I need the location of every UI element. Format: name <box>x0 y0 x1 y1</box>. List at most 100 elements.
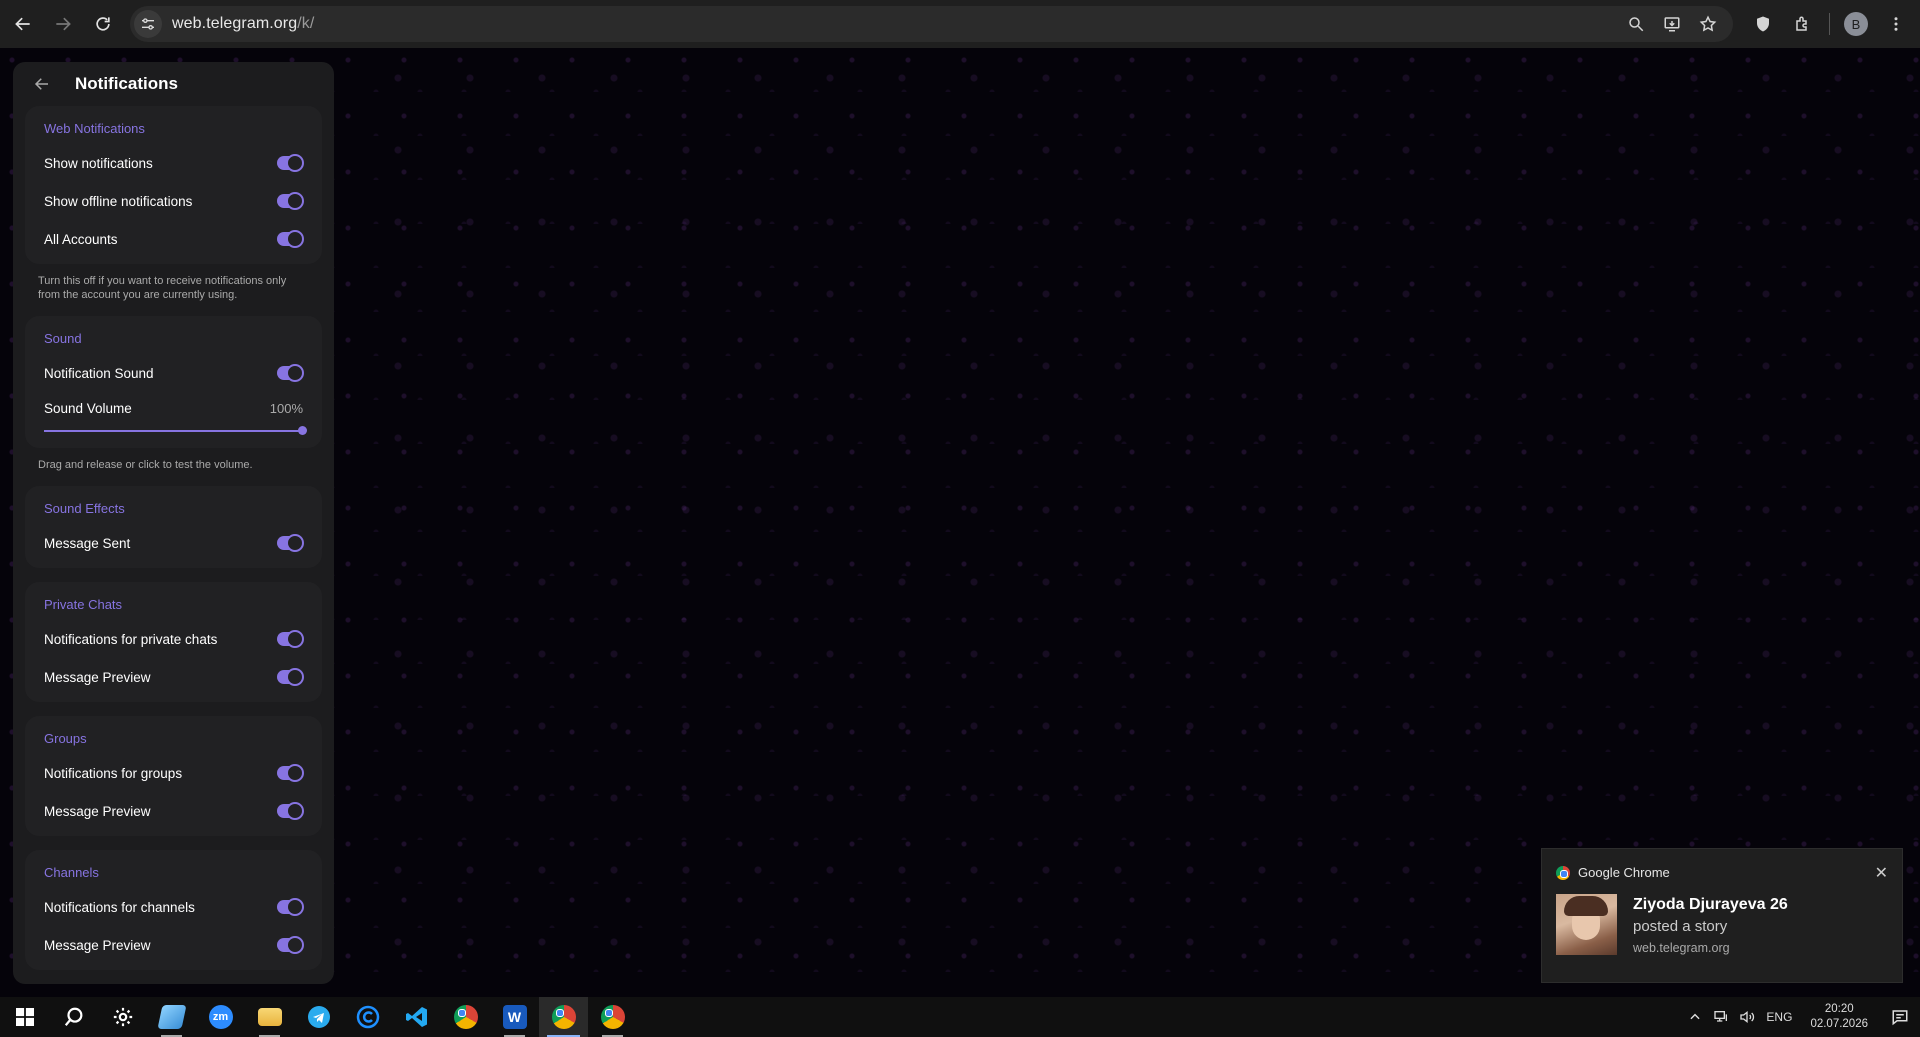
section-private-chats: Private Chats Notifications for private … <box>25 582 322 702</box>
search-icon <box>64 1007 82 1026</box>
word-icon: W <box>502 1005 527 1029</box>
gear-icon <box>113 1007 132 1027</box>
toggle-switch[interactable] <box>277 364 304 382</box>
toggle-switch[interactable] <box>277 630 304 648</box>
toggle-switch[interactable] <box>277 154 304 172</box>
section-sound: Sound Notification Sound Sound Volume 10… <box>25 316 322 448</box>
section-title: Channels <box>44 865 99 880</box>
setting-label: Show offline notifications <box>44 193 193 209</box>
language-indicator[interactable]: ENG <box>1762 1010 1796 1024</box>
setting-group-notifications[interactable]: Notifications for groups <box>25 754 322 792</box>
setting-show-offline-notifications[interactable]: Show offline notifications <box>25 182 322 220</box>
toggle-switch[interactable] <box>277 668 304 686</box>
forward-button[interactable] <box>46 7 80 41</box>
setting-label: Notification Sound <box>44 365 154 381</box>
section-sound-effects: Sound Effects Message Sent <box>25 486 322 568</box>
toggle-switch[interactable] <box>277 898 304 916</box>
taskbar: zm W ENG 20:20 02.07.2026 <box>0 997 1920 1037</box>
setting-label: Notifications for private chats <box>44 631 218 647</box>
notification-center-icon[interactable] <box>1880 1008 1920 1026</box>
setting-label: Message Preview <box>44 803 151 819</box>
volume-icon[interactable] <box>1736 1009 1758 1025</box>
chevron-up-icon[interactable] <box>1684 1010 1706 1024</box>
url-host: web.telegram.org <box>172 15 298 32</box>
toast-app-name: Google Chrome <box>1578 865 1670 880</box>
taskbar-ccleaner[interactable] <box>343 997 392 1037</box>
url-text[interactable]: web.telegram.org/k/ <box>172 15 314 33</box>
reload-button[interactable] <box>86 7 120 41</box>
taskbar-chrome-profile-b[interactable] <box>539 997 588 1037</box>
section-title: Groups <box>44 731 87 746</box>
telegram-icon <box>307 1006 330 1028</box>
taskbar-search[interactable] <box>49 997 98 1037</box>
toggle-switch[interactable] <box>277 764 304 782</box>
setting-label: Notifications for channels <box>44 899 195 915</box>
section-web-notifications: Web Notifications Show notifications Sho… <box>25 106 322 264</box>
network-icon[interactable] <box>1710 1009 1732 1025</box>
toast-header: Google Chrome <box>1542 849 1902 880</box>
setting-channel-message-preview[interactable]: Message Preview <box>25 926 322 964</box>
vscode-icon <box>405 1007 427 1027</box>
toggle-switch[interactable] <box>277 936 304 954</box>
setting-show-notifications[interactable]: Show notifications <box>25 144 322 182</box>
volume-slider[interactable] <box>44 426 307 435</box>
menu-kebab-icon[interactable] <box>1882 10 1910 38</box>
setting-notification-sound[interactable]: Notification Sound <box>25 354 322 392</box>
start-button[interactable] <box>0 997 49 1037</box>
toast-message: posted a story <box>1633 918 1728 935</box>
taskbar-vscode[interactable] <box>392 997 441 1037</box>
volume-hint: Drag and release or click to test the vo… <box>38 459 253 471</box>
toast-text: Ziyoda Djurayeva 26 posted a story web.t… <box>1633 894 1788 955</box>
toast-body: Ziyoda Djurayeva 26 posted a story web.t… <box>1542 880 1902 955</box>
close-icon[interactable]: ✕ <box>1875 863 1888 883</box>
zoom-icon[interactable] <box>1623 11 1649 37</box>
install-app-icon[interactable] <box>1659 11 1685 37</box>
chrome-icon <box>551 1005 576 1029</box>
toggle-switch[interactable] <box>277 230 304 248</box>
toggle-switch[interactable] <box>277 534 304 552</box>
desktop-notification-toast[interactable]: Google Chrome ✕ Ziyoda Djurayeva 26 post… <box>1541 848 1903 983</box>
browser-toolbar: web.telegram.org/k/ B <box>0 0 1920 48</box>
section-title: Web Notifications <box>44 121 145 136</box>
url-path: /k/ <box>297 15 315 32</box>
setting-message-sent[interactable]: Message Sent <box>25 524 322 562</box>
clock[interactable]: 20:20 02.07.2026 <box>1810 1002 1868 1032</box>
windows-logo-icon <box>15 1008 34 1026</box>
taskbar-notepad[interactable] <box>147 997 196 1037</box>
setting-channel-notifications[interactable]: Notifications for channels <box>25 888 322 926</box>
panel-header: Notifications <box>13 62 334 106</box>
setting-group-message-preview[interactable]: Message Preview <box>25 792 322 830</box>
chrome-icon <box>600 1005 625 1029</box>
taskbar-settings[interactable] <box>98 997 147 1037</box>
setting-label: Message Preview <box>44 669 151 685</box>
toggle-switch[interactable] <box>277 192 304 210</box>
extensions-puzzle-icon[interactable] <box>1789 10 1817 38</box>
sound-volume-row: Sound Volume 100% <box>25 392 322 424</box>
taskbar-word[interactable]: W <box>490 997 539 1037</box>
toast-site: web.telegram.org <box>1633 941 1730 955</box>
setting-label: Sound Volume <box>44 400 132 416</box>
setting-private-notifications[interactable]: Notifications for private chats <box>25 620 322 658</box>
profile-button[interactable]: B <box>1842 10 1870 38</box>
slider-handle[interactable] <box>298 426 307 435</box>
shield-extension-icon[interactable] <box>1749 10 1777 38</box>
setting-label: All Accounts <box>44 231 118 247</box>
setting-private-message-preview[interactable]: Message Preview <box>25 658 322 696</box>
back-button[interactable] <box>6 7 40 41</box>
section-channels: Channels Notifications for channels Mess… <box>25 850 322 970</box>
panel-back-button[interactable] <box>27 69 57 99</box>
taskbar-zoom[interactable]: zm <box>196 997 245 1037</box>
taskbar-chrome-profile-m[interactable] <box>588 997 637 1037</box>
clock-date: 02.07.2026 <box>1810 1018 1868 1030</box>
site-info-button[interactable] <box>134 10 162 38</box>
volume-value: 100% <box>269 400 303 416</box>
taskbar-chrome[interactable] <box>441 997 490 1037</box>
setting-all-accounts[interactable]: All Accounts <box>25 220 322 258</box>
taskbar-file-explorer[interactable] <box>245 997 294 1037</box>
address-bar[interactable]: web.telegram.org/k/ <box>130 6 1733 42</box>
bookmark-star-icon[interactable] <box>1695 11 1721 37</box>
taskbar-telegram[interactable] <box>294 997 343 1037</box>
toggle-switch[interactable] <box>277 802 304 820</box>
zoom-icon: zm <box>208 1005 233 1029</box>
